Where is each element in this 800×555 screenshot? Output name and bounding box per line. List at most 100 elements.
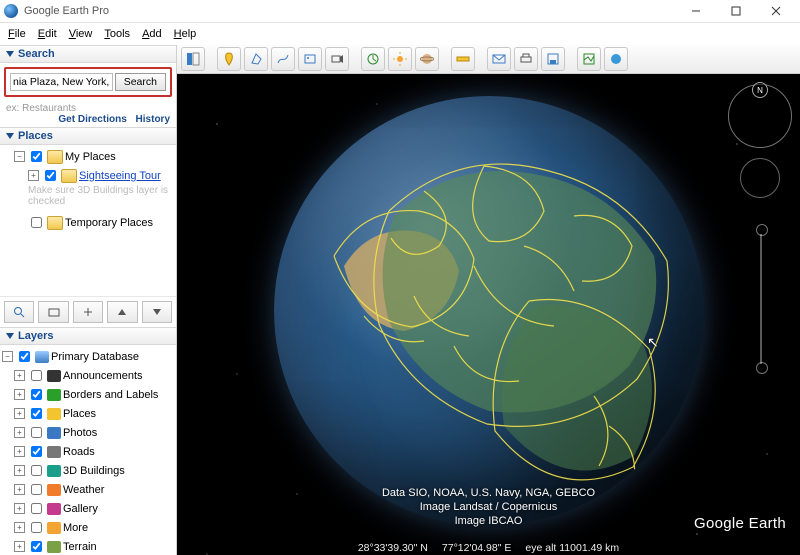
- toolbar-sign-in[interactable]: [604, 47, 628, 71]
- toolbar-ruler[interactable]: [451, 47, 475, 71]
- layer-checkbox[interactable]: [31, 522, 42, 533]
- toolbar-placemark[interactable]: [217, 47, 241, 71]
- zoom-track[interactable]: [760, 234, 762, 364]
- menu-bar: File Edit View Tools Add Help: [0, 23, 800, 45]
- layer-item[interactable]: +Terrain: [2, 537, 174, 555]
- layers-panel-header[interactable]: Layers: [0, 327, 176, 345]
- layer-icon: [47, 541, 61, 553]
- zoom-in-icon[interactable]: [756, 224, 768, 236]
- places-temporary[interactable]: Temporary Places: [2, 213, 174, 232]
- tour-checkbox[interactable]: [45, 170, 56, 181]
- menu-edit[interactable]: Edit: [38, 28, 57, 40]
- layer-item[interactable]: + Roads: [2, 442, 174, 461]
- layer-item[interactable]: +Weather: [2, 480, 174, 499]
- layer-label: 3D Buildings: [63, 465, 125, 477]
- folder-icon: [61, 169, 77, 183]
- expand-icon[interactable]: −: [2, 351, 13, 362]
- expand-icon[interactable]: −: [14, 151, 25, 162]
- toolbar-polygon[interactable]: [244, 47, 268, 71]
- search-input[interactable]: [10, 73, 113, 91]
- layer-label: Gallery: [63, 503, 98, 515]
- places-down-button[interactable]: [142, 301, 172, 323]
- expand-icon[interactable]: +: [14, 370, 25, 381]
- expand-icon[interactable]: +: [14, 484, 25, 495]
- toolbar-print[interactable]: [514, 47, 538, 71]
- layer-label: Roads: [63, 446, 95, 458]
- expand-icon[interactable]: +: [14, 408, 25, 419]
- layer-checkbox[interactable]: [31, 465, 42, 476]
- layer-label: Announcements: [63, 370, 143, 382]
- minimize-button[interactable]: [676, 0, 716, 22]
- nav-compass[interactable]: N: [728, 84, 792, 148]
- toolbar-panel-toggle[interactable]: [181, 47, 205, 71]
- expand-icon[interactable]: +: [14, 389, 25, 400]
- places-search-button[interactable]: [4, 301, 34, 323]
- layer-item[interactable]: +Places: [2, 404, 174, 423]
- menu-file[interactable]: File: [8, 28, 26, 40]
- toolbar-save-image[interactable]: [541, 47, 565, 71]
- layer-item[interactable]: + Gallery: [2, 499, 174, 518]
- expand-icon[interactable]: +: [14, 465, 25, 476]
- toolbar-sunlight[interactable]: [388, 47, 412, 71]
- layer-checkbox[interactable]: [31, 484, 42, 495]
- menu-add[interactable]: Add: [142, 28, 162, 40]
- toolbar-view-in-maps[interactable]: [577, 47, 601, 71]
- expand-icon[interactable]: +: [14, 503, 25, 514]
- primary-db-checkbox[interactable]: [19, 351, 30, 362]
- places-up-button[interactable]: [107, 301, 137, 323]
- layer-checkbox[interactable]: [31, 541, 42, 552]
- places-my-places[interactable]: − My Places: [2, 147, 174, 166]
- toolbar-image-overlay[interactable]: [298, 47, 322, 71]
- expand-icon[interactable]: +: [14, 541, 25, 552]
- layer-item[interactable]: +Borders and Labels: [2, 385, 174, 404]
- tour-label[interactable]: Sightseeing Tour: [79, 170, 161, 182]
- globe-viewport[interactable]: ↖ N Data SIO, NOAA, U.S. Navy, NGA, GEBC…: [177, 74, 800, 555]
- places-tree: − My Places + Sightseeing Tour Make sure…: [0, 145, 176, 234]
- expand-icon[interactable]: +: [14, 522, 25, 533]
- earth-globe[interactable]: [274, 96, 704, 526]
- layer-primary-database[interactable]: − Primary Database: [2, 347, 174, 366]
- maximize-button[interactable]: [716, 0, 756, 22]
- close-button[interactable]: [756, 0, 796, 22]
- search-panel-header[interactable]: Search: [0, 45, 176, 63]
- toolbar-email[interactable]: [487, 47, 511, 71]
- places-sightseeing-tour[interactable]: + Sightseeing Tour: [2, 166, 174, 185]
- layer-item[interactable]: +3D Buildings: [2, 461, 174, 480]
- places-add-button[interactable]: [73, 301, 103, 323]
- layer-item[interactable]: + Announcements: [2, 366, 174, 385]
- database-icon: [35, 351, 49, 363]
- temp-label: Temporary Places: [65, 217, 153, 229]
- temp-checkbox[interactable]: [31, 217, 42, 228]
- my-places-checkbox[interactable]: [31, 151, 42, 162]
- menu-view[interactable]: View: [69, 28, 93, 40]
- expand-icon[interactable]: +: [14, 427, 25, 438]
- toolbar-path[interactable]: [271, 47, 295, 71]
- layer-checkbox[interactable]: [31, 427, 42, 438]
- globe-borders: [274, 96, 704, 526]
- toolbar-historical-imagery[interactable]: [361, 47, 385, 71]
- expand-icon[interactable]: +: [14, 446, 25, 457]
- menu-tools[interactable]: Tools: [104, 28, 130, 40]
- collapse-icon: [6, 333, 14, 339]
- layer-checkbox[interactable]: [31, 503, 42, 514]
- get-directions-link[interactable]: Get Directions: [58, 114, 126, 125]
- zoom-out-icon[interactable]: [756, 362, 768, 374]
- layer-checkbox[interactable]: [31, 370, 42, 381]
- layer-icon: [47, 427, 61, 439]
- nav-zoom-slider[interactable]: [756, 224, 766, 374]
- nav-look-joystick[interactable]: [740, 158, 780, 198]
- expand-icon[interactable]: +: [28, 170, 39, 181]
- layer-item[interactable]: +Photos: [2, 423, 174, 442]
- layer-checkbox[interactable]: [31, 389, 42, 400]
- places-panel-header[interactable]: Places: [0, 127, 176, 145]
- places-fit-button[interactable]: [38, 301, 68, 323]
- layer-item[interactable]: +More: [2, 518, 174, 537]
- layer-checkbox[interactable]: [31, 446, 42, 457]
- search-history-link[interactable]: History: [136, 114, 170, 125]
- menu-help[interactable]: Help: [174, 28, 197, 40]
- status-lat: 28°33'39.30" N: [358, 542, 428, 554]
- toolbar-planets[interactable]: [415, 47, 439, 71]
- toolbar-record-tour[interactable]: [325, 47, 349, 71]
- layer-checkbox[interactable]: [31, 408, 42, 419]
- search-button[interactable]: Search: [115, 73, 166, 91]
